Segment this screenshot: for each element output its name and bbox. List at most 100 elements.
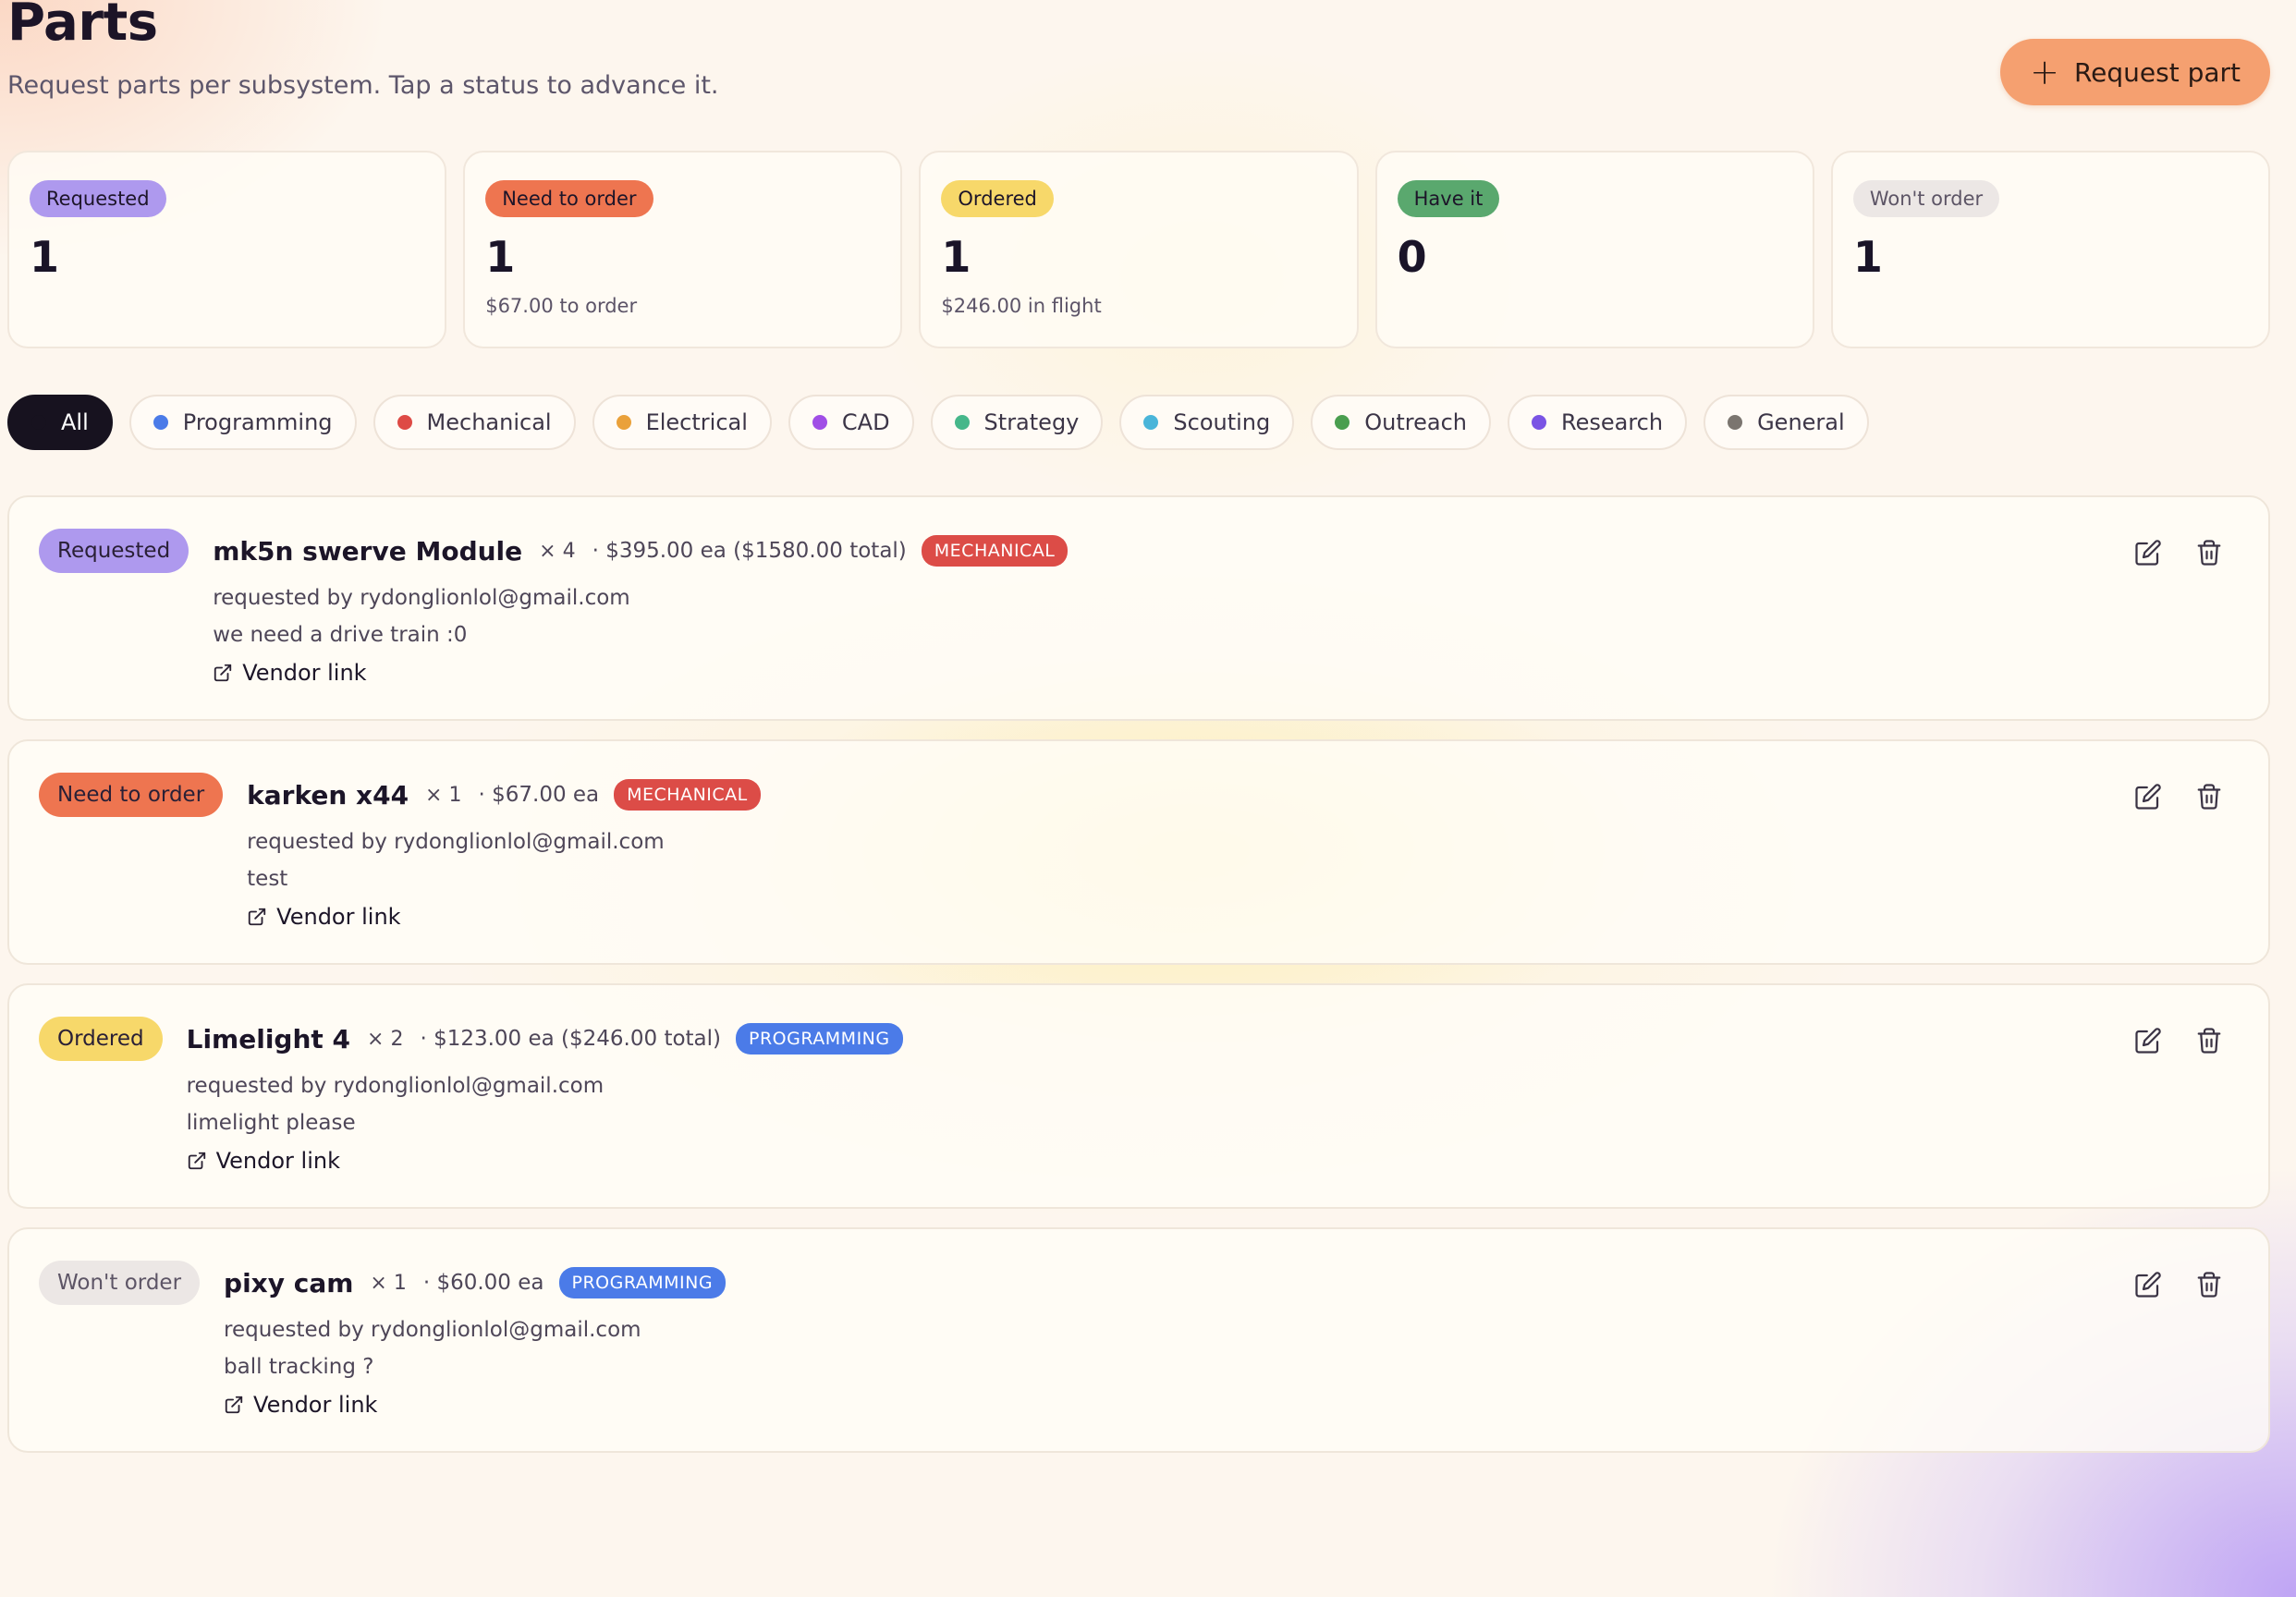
filter-electrical[interactable]: Electrical: [592, 395, 772, 450]
stat-card-ordered: Ordered 1 $246.00 in flight: [919, 151, 1359, 348]
part-actions: [2133, 782, 2224, 811]
filter-label: Scouting: [1173, 409, 1271, 435]
part-card: Requested mk5n swerve Module × 4 · $395.…: [7, 495, 2270, 721]
status-pill[interactable]: Requested: [39, 529, 189, 573]
edit-button[interactable]: [2133, 538, 2163, 567]
external-link-icon: [225, 1396, 243, 1414]
part-card: Need to order karken x44 × 1 · $67.00 ea…: [7, 739, 2270, 965]
stat-card-have-it: Have it 0: [1374, 151, 1814, 348]
status-pill[interactable]: Ordered: [39, 1017, 163, 1061]
part-note: ball tracking ?: [224, 1355, 374, 1379]
vendor-link-label: Vendor link: [253, 1392, 378, 1418]
part-price: · $67.00 ea: [478, 783, 600, 807]
filter-dot: [954, 415, 970, 430]
stat-count: 1: [30, 232, 60, 282]
part-details: pixy cam × 1 · $60.00 ea PROGRAMMING req…: [224, 1261, 727, 1451]
filter-outreach[interactable]: Outreach: [1311, 395, 1491, 450]
filter-mechanical[interactable]: Mechanical: [372, 395, 576, 450]
stat-count: 1: [485, 232, 516, 282]
status-summary: Requested 1 Need to order 1 $67.00 to or…: [7, 151, 2271, 348]
stat-badge: Ordered: [941, 180, 1054, 217]
filter-dot: [1143, 415, 1159, 430]
delete-button[interactable]: [2194, 782, 2224, 811]
request-part-button[interactable]: + Request part: [2000, 39, 2270, 105]
delete-button[interactable]: [2194, 538, 2224, 567]
stat-note: $246.00 in flight: [941, 295, 1102, 317]
external-link-icon: [188, 1152, 205, 1170]
trash-icon: [2197, 1272, 2221, 1298]
part-price: · $60.00 ea: [422, 1271, 544, 1295]
vendor-link[interactable]: Vendor link: [247, 904, 761, 930]
trash-icon: [2197, 1028, 2221, 1054]
edit-button[interactable]: [2133, 1026, 2163, 1055]
plus-icon: +: [2030, 52, 2059, 92]
trash-icon: [2197, 784, 2221, 810]
external-link-icon: [248, 908, 266, 926]
part-requester: requested by rydonglionlol@gmail.com: [247, 830, 665, 854]
stat-badge: Won't order: [1852, 180, 2000, 217]
part-header: mk5n swerve Module × 4 · $395.00 ea ($15…: [213, 529, 1069, 573]
page-subtitle: Request parts per subsystem. Tap a statu…: [7, 71, 719, 100]
stat-count: 1: [1852, 232, 1883, 282]
filter-label: Outreach: [1364, 409, 1467, 435]
vendor-link-label: Vendor link: [276, 904, 401, 930]
part-quantity: × 1: [370, 1271, 407, 1295]
filter-all[interactable]: All: [7, 395, 113, 450]
vendor-link[interactable]: Vendor link: [224, 1392, 726, 1418]
filter-label: Mechanical: [426, 409, 552, 435]
filter-dot: [1531, 415, 1546, 430]
filter-programming[interactable]: Programming: [128, 395, 357, 450]
filter-dot: [616, 415, 631, 430]
vendor-link-label: Vendor link: [215, 1148, 340, 1174]
edit-button[interactable]: [2133, 782, 2163, 811]
delete-button[interactable]: [2194, 1026, 2224, 1055]
subsystem-tag: MECHANICAL: [921, 535, 1069, 567]
edit-icon: [2135, 1028, 2161, 1054]
part-note: test: [247, 867, 288, 891]
part-header: karken x44 × 1 · $67.00 ea MECHANICAL: [247, 773, 761, 817]
external-link-icon: [214, 664, 232, 682]
vendor-link[interactable]: Vendor link: [213, 660, 1068, 686]
filter-dot: [31, 415, 46, 430]
filter-label: Electrical: [645, 409, 748, 435]
edit-button[interactable]: [2133, 1270, 2163, 1299]
part-name: pixy cam: [224, 1267, 354, 1298]
part-name: Limelight 4: [186, 1023, 351, 1055]
vendor-link[interactable]: Vendor link: [187, 1148, 903, 1174]
part-header: pixy cam × 1 · $60.00 ea PROGRAMMING: [224, 1261, 727, 1305]
filter-label: General: [1757, 409, 1845, 435]
stat-badge: Need to order: [485, 180, 653, 217]
filter-dot: [153, 415, 168, 430]
filter-research[interactable]: Research: [1507, 395, 1688, 450]
filter-dot: [1335, 415, 1350, 430]
status-pill[interactable]: Won't order: [39, 1261, 201, 1305]
part-requester: requested by rydonglionlol@gmail.com: [224, 1318, 641, 1342]
parts-page: Parts Request parts per subsystem. Tap a…: [7, 0, 2271, 1453]
filter-label: All: [61, 409, 89, 435]
subsystem-filter-bar: All Programming Mechanical Electrical CA…: [7, 395, 1869, 450]
stat-badge: Have it: [1397, 180, 1500, 217]
filter-scouting[interactable]: Scouting: [1119, 395, 1295, 450]
filter-general[interactable]: General: [1704, 395, 1869, 450]
part-note: limelight please: [186, 1111, 356, 1135]
part-actions: [2133, 538, 2224, 567]
part-price: · $123.00 ea ($246.00 total): [420, 1027, 722, 1051]
filter-strategy[interactable]: Strategy: [930, 395, 1104, 450]
delete-button[interactable]: [2194, 1270, 2224, 1299]
filter-label: Strategy: [983, 409, 1080, 435]
page-header: Parts Request parts per subsystem. Tap a…: [7, 0, 2270, 139]
edit-icon: [2135, 1272, 2161, 1298]
stat-note: $67.00 to order: [485, 295, 638, 317]
stat-card-requested: Requested 1: [7, 151, 447, 348]
filter-cad[interactable]: CAD: [788, 395, 914, 450]
part-name: mk5n swerve Module: [213, 535, 523, 567]
part-card: Won't order pixy cam × 1 · $60.00 ea PRO…: [7, 1227, 2270, 1453]
part-quantity: × 1: [425, 783, 462, 807]
vendor-link-label: Vendor link: [242, 660, 367, 686]
status-pill[interactable]: Need to order: [39, 773, 224, 817]
part-requester: requested by rydonglionlol@gmail.com: [186, 1074, 605, 1098]
part-quantity: × 2: [367, 1027, 404, 1051]
part-actions: [2133, 1026, 2224, 1055]
page-title: Parts: [7, 0, 158, 53]
subsystem-tag: MECHANICAL: [614, 779, 761, 811]
